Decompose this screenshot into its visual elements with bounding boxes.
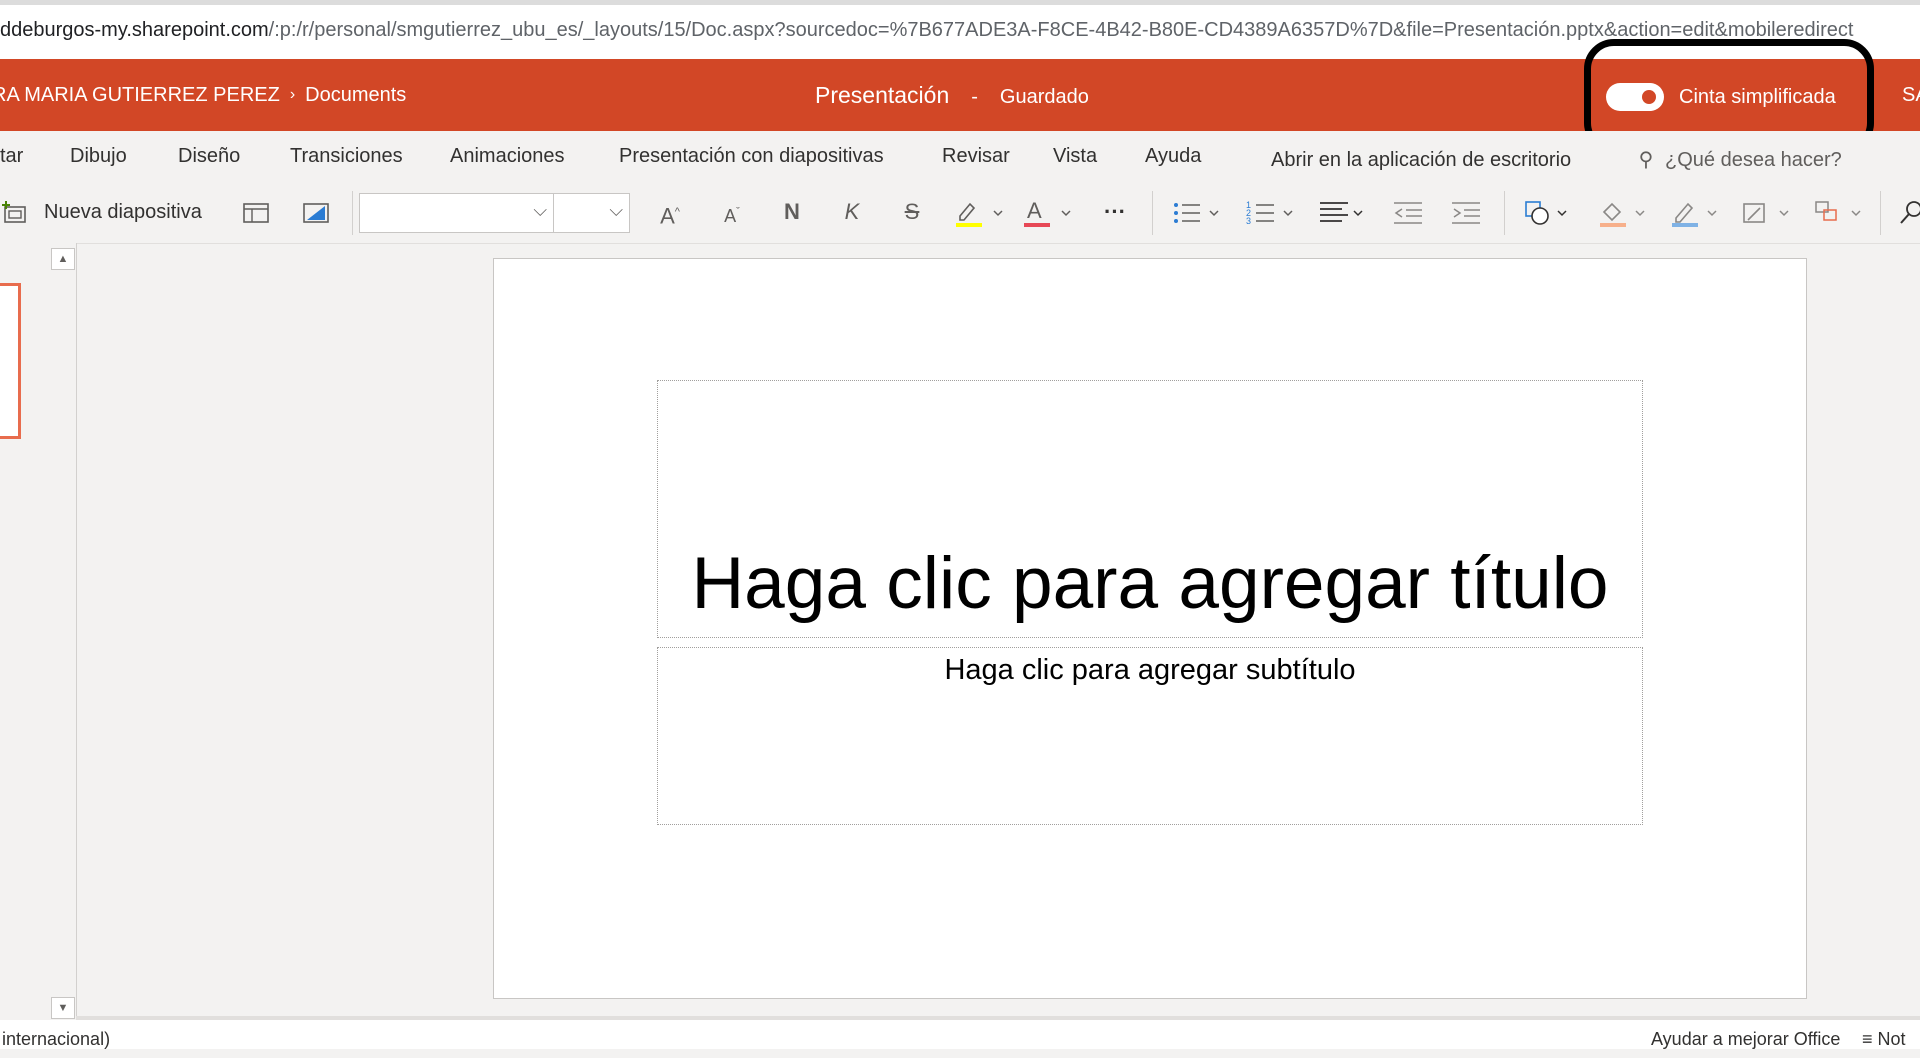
shape-effects-svg bbox=[1743, 203, 1789, 223]
find-svg bbox=[1900, 201, 1920, 224]
numbering-icon[interactable]: 123 bbox=[1242, 181, 1302, 243]
user-avatar[interactable]: SA bbox=[1902, 59, 1920, 131]
shape-fill-svg bbox=[1600, 203, 1645, 228]
tab-revisar[interactable]: Revisar bbox=[942, 131, 1010, 181]
increase-indent-svg bbox=[1452, 202, 1480, 224]
subtitle-placeholder-text: Haga clic para agregar subtítulo bbox=[944, 654, 1356, 686]
tab-insertar[interactable]: tar bbox=[0, 131, 23, 181]
tell-me-text: ¿Qué desea hacer? bbox=[1665, 149, 1842, 171]
bullets-svg bbox=[1174, 203, 1219, 224]
title-placeholder[interactable]: Haga clic para agregar título bbox=[657, 380, 1643, 638]
find-icon[interactable] bbox=[1896, 181, 1920, 243]
more-options-button[interactable]: ··· bbox=[1090, 181, 1140, 243]
url-host: ddeburgos-my.sharepoint.com bbox=[0, 19, 269, 41]
ribbon-divider bbox=[1880, 191, 1881, 235]
subtitle-placeholder[interactable]: Haga clic para agregar subtítulo bbox=[657, 647, 1643, 825]
tab-ayuda[interactable]: Ayuda bbox=[1145, 131, 1201, 181]
font-size-select[interactable]: ⌵ bbox=[553, 193, 630, 233]
decrease-indent-svg bbox=[1394, 202, 1422, 224]
open-in-desktop-button[interactable]: Abrir en la aplicación de escritorio bbox=[1271, 135, 1571, 185]
tab-transiciones[interactable]: Transiciones bbox=[290, 131, 403, 181]
shape-outline-svg bbox=[1672, 203, 1717, 228]
decrease-indent-icon[interactable] bbox=[1388, 181, 1428, 243]
highlight-color-icon[interactable] bbox=[950, 181, 1010, 243]
arrange-svg bbox=[1815, 201, 1861, 221]
tab-presentacion[interactable]: Presentación con diapositivas bbox=[619, 131, 884, 181]
tab-diseno[interactable]: Diseño bbox=[178, 131, 240, 181]
font-color-svg: A bbox=[1024, 198, 1071, 228]
shapes-svg bbox=[1525, 201, 1567, 225]
bold-button[interactable]: N bbox=[770, 181, 814, 243]
shape-outline-icon[interactable] bbox=[1666, 181, 1726, 243]
breadcrumb: RA MARIA GUTIERREZ PEREZ › Documents bbox=[0, 59, 406, 131]
ribbon-divider bbox=[1152, 191, 1153, 235]
numbering-svg: 123 bbox=[1246, 200, 1293, 226]
font-name-select[interactable]: ⌵ bbox=[359, 193, 554, 233]
breadcrumb-folder[interactable]: Documents bbox=[305, 84, 406, 106]
strikethrough-button[interactable]: S bbox=[890, 181, 934, 243]
arrange-icon[interactable] bbox=[1812, 181, 1872, 243]
chevron-down-icon: ⌵ bbox=[533, 200, 547, 220]
highlight-svg bbox=[956, 203, 1003, 228]
align-icon[interactable] bbox=[1316, 181, 1372, 243]
scroll-up-button[interactable]: ▲ bbox=[51, 248, 75, 270]
new-slide-button[interactable]: Nueva diapositiva bbox=[44, 181, 214, 243]
slide-thumbnail-1[interactable] bbox=[0, 283, 21, 439]
ribbon-tabs: tar Dibujo Diseño Transiciones Animacion… bbox=[0, 131, 1920, 181]
ribbon-toolbar: Nueva diapositiva A^ Aˇ N K S A ··· 123 bbox=[0, 181, 1920, 244]
help-improve-office[interactable]: Ayudar a mejorar Office bbox=[1651, 1020, 1840, 1058]
status-bar: internacional) Ayudar a mejorar Office ≡… bbox=[0, 1020, 1920, 1049]
italic-button[interactable]: K bbox=[830, 181, 874, 243]
breadcrumb-user[interactable]: RA MARIA GUTIERREZ PEREZ bbox=[0, 84, 280, 106]
url-path: /:p:/r/personal/smgutierrez_ubu_es/_layo… bbox=[268, 19, 1854, 41]
shape-effects-icon[interactable] bbox=[1738, 181, 1798, 243]
notes-icon: ≡ bbox=[1862, 1029, 1878, 1049]
shape-fill-icon[interactable] bbox=[1594, 181, 1654, 243]
title-placeholder-text: Haga clic para agregar título bbox=[691, 543, 1609, 624]
increase-indent-icon[interactable] bbox=[1446, 181, 1486, 243]
bullets-icon[interactable] bbox=[1168, 181, 1228, 243]
align-svg bbox=[1320, 202, 1363, 223]
language-status[interactable]: internacional) bbox=[2, 1020, 110, 1058]
chevron-down-icon: ⌵ bbox=[609, 200, 623, 220]
tell-me-search[interactable]: ⚲ ¿Qué desea hacer? bbox=[1637, 135, 1842, 185]
document-name[interactable]: Presentación bbox=[815, 82, 949, 108]
layout-svg bbox=[243, 203, 269, 223]
lightbulb-icon: ⚲ bbox=[1638, 149, 1654, 171]
background-format-icon[interactable] bbox=[300, 181, 332, 243]
chevron-right-icon: › bbox=[289, 86, 296, 103]
layout-icon[interactable] bbox=[240, 181, 272, 243]
tab-dibujo[interactable]: Dibujo bbox=[70, 131, 127, 181]
ribbon-divider bbox=[1504, 191, 1505, 235]
shapes-icon[interactable] bbox=[1520, 181, 1580, 243]
ribbon-divider bbox=[352, 191, 353, 235]
title-dash: - bbox=[971, 86, 978, 108]
tab-animaciones[interactable]: Animaciones bbox=[450, 131, 565, 181]
document-title[interactable]: Presentación - Guardado bbox=[815, 59, 1089, 131]
new-slide-icon[interactable] bbox=[0, 181, 30, 243]
scroll-down-button[interactable]: ▼ bbox=[51, 997, 75, 1019]
notes-button[interactable]: ≡ Not bbox=[1862, 1020, 1906, 1058]
svg-text:A: A bbox=[1027, 198, 1042, 223]
save-status: Guardado bbox=[999, 86, 1089, 108]
notes-label: Not bbox=[1877, 1029, 1906, 1049]
grow-font-icon[interactable]: A^ bbox=[650, 181, 690, 243]
shrink-font-icon[interactable]: Aˇ bbox=[712, 181, 752, 243]
background-svg bbox=[303, 203, 329, 223]
tab-vista[interactable]: Vista bbox=[1053, 131, 1097, 181]
font-color-icon[interactable]: A bbox=[1018, 181, 1078, 243]
new-slide-svg bbox=[2, 201, 26, 223]
svg-text:3: 3 bbox=[1246, 216, 1251, 226]
